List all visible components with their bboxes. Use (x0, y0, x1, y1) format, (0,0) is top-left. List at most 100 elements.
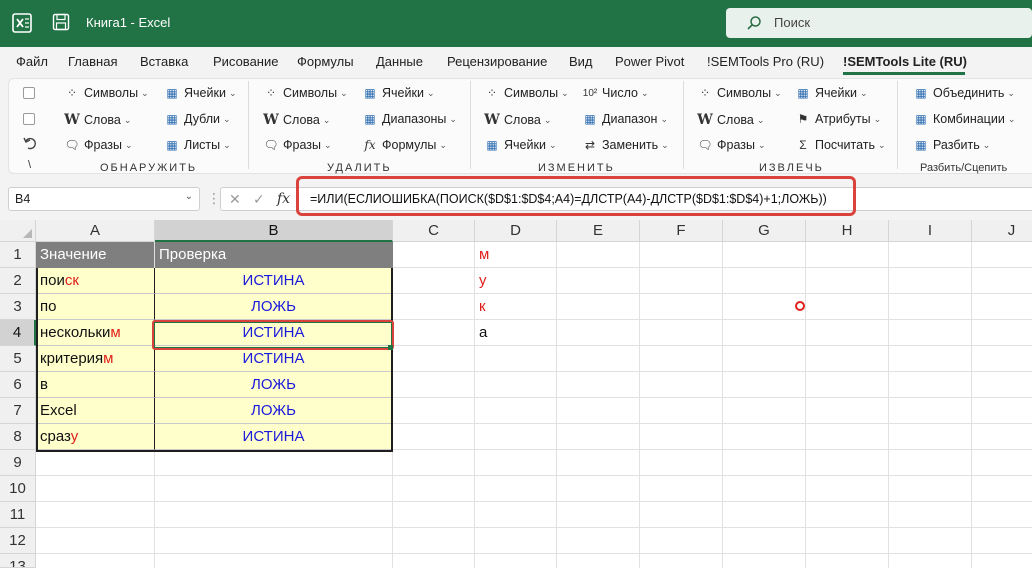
cell-a7[interactable]: Excel (36, 398, 155, 424)
cell-a8[interactable]: сразу (36, 424, 155, 450)
cell-a1[interactable]: Значение (36, 242, 154, 268)
change-symbols-button[interactable]: ⁘ Символы ⌄ (484, 86, 569, 100)
column-header-j[interactable]: J (972, 220, 1032, 242)
cell-b2[interactable]: ИСТИНА (155, 268, 392, 294)
cell-d3[interactable]: к (476, 294, 556, 320)
row-header-4[interactable]: 4 (0, 320, 36, 346)
delete-words-button[interactable]: W Слова ⌄ (263, 112, 330, 128)
detect-sheets-button[interactable]: ▦ Листы ⌄ (164, 138, 230, 152)
undo-icon[interactable] (22, 135, 38, 151)
tab-data[interactable]: Данные (376, 54, 423, 69)
count-button[interactable]: Σ Посчитать ⌄ (795, 138, 885, 152)
combinations-button[interactable]: ▦ Комбинации ⌄ (913, 112, 1015, 126)
column-header-i[interactable]: I (889, 220, 972, 242)
detect-cells-button[interactable]: ▦ Ячейки ⌄ (164, 86, 236, 100)
split-icon: ▦ (915, 138, 927, 152)
row-header-9[interactable]: 9 (0, 450, 36, 476)
cell-d1[interactable]: м (476, 242, 556, 268)
row-header-13[interactable]: 13 (0, 554, 36, 568)
select-all-corner[interactable] (0, 220, 36, 242)
search-box[interactable]: Поиск (726, 8, 1032, 38)
spreadsheet-grid[interactable]: A B C D E F G H I J 1 2 3 4 5 6 7 8 9 10… (0, 220, 1032, 568)
split-button[interactable]: ▦ Разбить ⌄ (913, 138, 990, 152)
insert-function-icon[interactable]: fx (277, 191, 290, 207)
merge-button[interactable]: ▦ Объединить ⌄ (913, 86, 1015, 100)
cell-b8[interactable]: ИСТИНА (155, 424, 392, 450)
cell-a5[interactable]: критериям (36, 346, 155, 372)
column-header-h[interactable]: H (806, 220, 889, 242)
delete-ranges-button[interactable]: ▦ Диапазоны ⌄ (362, 112, 457, 126)
column-header-b[interactable]: B (155, 220, 393, 242)
tab-review[interactable]: Рецензирование (447, 54, 547, 69)
save-icon[interactable] (52, 13, 70, 31)
column-header-d[interactable]: D (475, 220, 557, 242)
cell-a3[interactable]: по (36, 294, 155, 320)
cell-a4[interactable]: нескольким (36, 320, 155, 346)
tab-formulas[interactable]: Формулы (297, 54, 354, 69)
tab-file[interactable]: Файл (16, 54, 48, 69)
group-label-delete: УДАЛИТЬ (327, 162, 392, 174)
row-header-7[interactable]: 7 (0, 398, 36, 424)
delete-phrases-button[interactable]: 🗨 Фразы ⌄ (263, 138, 331, 152)
cell-d4[interactable]: а (476, 320, 556, 346)
row-header-5[interactable]: 5 (0, 346, 36, 372)
name-box[interactable]: B4 ⌄ (8, 187, 200, 211)
row-header-1[interactable]: 1 (0, 242, 36, 268)
chevron-down-icon[interactable]: ⌄ (185, 191, 193, 202)
column-header-c[interactable]: C (393, 220, 475, 242)
extract-symbols-button[interactable]: ⁘ Символы ⌄ (697, 86, 782, 100)
detect-duplicates-button[interactable]: ▦ Дубли ⌄ (164, 112, 230, 126)
duplicates-icon: ▦ (166, 112, 178, 126)
cell-d2[interactable]: у (476, 268, 556, 294)
detect-phrases-button[interactable]: 🗨 Фразы ⌄ (64, 138, 132, 152)
row-header-11[interactable]: 11 (0, 502, 36, 528)
change-range-button[interactable]: ▦ Диапазон ⌄ (582, 112, 668, 126)
column-header-e[interactable]: E (557, 220, 640, 242)
row-header-2[interactable]: 2 (0, 268, 36, 294)
cancel-icon[interactable]: ✕ (229, 191, 241, 208)
cell-b7[interactable]: ЛОЖЬ (155, 398, 392, 424)
delete-cells-button[interactable]: ▦ Ячейки ⌄ (362, 86, 434, 100)
cell-b3[interactable]: ЛОЖЬ (155, 294, 392, 320)
tab-semtools-lite[interactable]: !SEMTools Lite (RU) (843, 54, 967, 69)
confirm-icon[interactable]: ✓ (253, 191, 265, 208)
delete-formulas-button[interactable]: fx Формулы ⌄ (362, 138, 447, 152)
tab-insert[interactable]: Вставка (140, 54, 188, 69)
extract-phrases-button[interactable]: 🗨 Фразы ⌄ (697, 138, 765, 152)
change-words-button[interactable]: W Слова ⌄ (484, 112, 551, 128)
change-number-button[interactable]: 10² Число ⌄ (582, 86, 649, 100)
ribbon-checkbox[interactable] (23, 87, 35, 99)
extract-cells-button[interactable]: ▦ Ячейки ⌄ (795, 86, 867, 100)
tab-view[interactable]: Вид (569, 54, 593, 69)
delete-symbols-button[interactable]: ⁘ Символы ⌄ (263, 86, 348, 100)
sheets-icon: ▦ (166, 138, 178, 152)
row-header-12[interactable]: 12 (0, 528, 36, 554)
combinations-icon: ▦ (915, 112, 927, 126)
detect-symbols-button[interactable]: ⁘ Символы ⌄ (64, 86, 149, 100)
column-header-g[interactable]: G (723, 220, 806, 242)
row-header-3[interactable]: 3 (0, 294, 36, 320)
tab-home[interactable]: Главная (68, 54, 117, 69)
column-header-f[interactable]: F (640, 220, 723, 242)
tab-power-pivot[interactable]: Power Pivot (615, 54, 684, 69)
formula-highlight-box (296, 176, 856, 216)
cell-a6[interactable]: в (36, 372, 155, 398)
replace-button[interactable]: ⇄ Заменить ⌄ (582, 138, 669, 152)
row-header-6[interactable]: 6 (0, 372, 36, 398)
row-header-10[interactable]: 10 (0, 476, 36, 502)
tab-draw[interactable]: Рисование (213, 54, 278, 69)
extract-attributes-button[interactable]: ⚑ Атрибуты ⌄ (795, 112, 882, 126)
tab-semtools-pro[interactable]: !SEMTools Pro (RU) (707, 54, 824, 69)
symbols-icon: ⁘ (66, 86, 78, 100)
change-cells-button[interactable]: ▦ Ячейки ⌄ (484, 138, 556, 152)
column-header-a[interactable]: A (36, 220, 155, 242)
ribbon-checkbox[interactable] (23, 113, 35, 125)
cell-b6[interactable]: ЛОЖЬ (155, 372, 392, 398)
fill-handle[interactable] (388, 345, 393, 350)
row-header-8[interactable]: 8 (0, 424, 36, 450)
symbols-icon: ⁘ (486, 86, 498, 100)
detect-words-button[interactable]: W Слова ⌄ (64, 112, 131, 128)
extract-words-button[interactable]: W Слова ⌄ (697, 112, 764, 128)
cell-a2[interactable]: поиск (36, 268, 155, 294)
cell-b1[interactable]: Проверка (155, 242, 393, 268)
